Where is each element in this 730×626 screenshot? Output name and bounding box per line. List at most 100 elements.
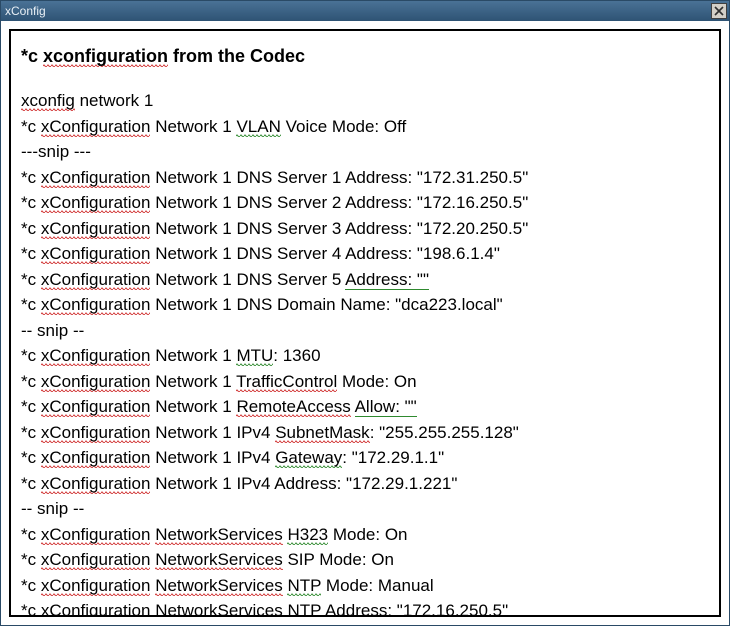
text-segment: xConfiguration (41, 295, 151, 315)
config-row: *c xConfiguration Network 1 IPv4 SubnetM… (21, 420, 711, 446)
config-row: *c xConfiguration NetworkServices H323 M… (21, 522, 711, 548)
config-row: *c xConfiguration Network 1 DNS Server 3… (21, 216, 711, 242)
text-segment: xConfiguration (41, 219, 151, 239)
text-segment: NetworkServices (155, 601, 283, 617)
text-segment: *c (21, 525, 41, 544)
text-segment: Network 1 (150, 117, 236, 136)
text-segment: *c (21, 576, 41, 595)
text-segment: xConfiguration (41, 423, 151, 443)
close-button[interactable] (711, 3, 727, 19)
text-segment: xConfiguration (41, 474, 151, 494)
heading-prefix: *c (21, 46, 43, 66)
config-row: -- snip -- (21, 496, 711, 522)
text-segment: xconfig (21, 91, 75, 111)
text-segment: NetworkServices (155, 550, 283, 570)
text-segment: xConfiguration (41, 601, 151, 617)
text-segment: Network 1 (150, 397, 236, 416)
text-segment: SubnetMask (275, 423, 370, 443)
text-segment: H323 (287, 525, 328, 545)
config-row: ---snip --- (21, 139, 711, 165)
text-segment: xConfiguration (41, 525, 151, 545)
config-row: *c xConfiguration Network 1 DNS Server 1… (21, 165, 711, 191)
config-row: *c xConfiguration NetworkServices SIP Mo… (21, 547, 711, 573)
text-segment: Network 1 DNS Server 1 Address: "172.31.… (150, 168, 528, 187)
text-segment: *c (21, 372, 41, 391)
text-segment: Gateway (275, 448, 342, 468)
text-segment: TrafficControl (236, 372, 337, 392)
text-segment: Address: "" (345, 270, 429, 290)
text-segment: : "172.29.1.1" (342, 448, 444, 467)
text-segment: RemoteAccess (236, 397, 350, 417)
config-row: *c xConfiguration Network 1 MTU: 1360 (21, 343, 711, 369)
text-segment: xConfiguration (41, 576, 151, 596)
text-segment: -- snip -- (21, 321, 84, 340)
config-row: -- snip -- (21, 318, 711, 344)
text-segment: Network 1 IPv4 (150, 448, 275, 467)
text-segment: network 1 (75, 91, 153, 110)
text-segment: xConfiguration (41, 397, 151, 417)
text-segment: *c (21, 117, 41, 136)
text-segment: xConfiguration (41, 244, 151, 264)
text-segment: Network 1 DNS Server 5 (150, 270, 345, 289)
text-segment: *c (21, 474, 41, 493)
config-row: *c xConfiguration Network 1 TrafficContr… (21, 369, 711, 395)
config-rows: xconfig network 1*c xConfiguration Netwo… (21, 88, 711, 617)
heading-xconfiguration: xconfiguration (43, 46, 168, 67)
text-segment: *c (21, 423, 41, 442)
text-segment: xConfiguration (41, 117, 151, 137)
text-segment: Network 1 IPv4 Address: "172.29.1.221" (150, 474, 457, 493)
text-segment: xConfiguration (41, 448, 151, 468)
text-segment: xConfiguration (41, 270, 151, 290)
config-row: *c xConfiguration Network 1 DNS Server 4… (21, 241, 711, 267)
config-row: *c xConfiguration Network 1 RemoteAccess… (21, 394, 711, 420)
text-segment: xConfiguration (41, 346, 151, 366)
text-segment: *c (21, 397, 41, 416)
config-row: *c xConfiguration Network 1 VLAN Voice M… (21, 114, 711, 140)
text-segment: xConfiguration (41, 372, 151, 392)
text-segment: -- snip -- (21, 499, 84, 518)
text-segment: *c (21, 295, 41, 314)
text-segment: Allow: "" (355, 397, 417, 417)
text-segment: : 1360 (273, 346, 320, 365)
text-segment: xConfiguration (41, 168, 151, 188)
config-row: *c xConfiguration Network 1 IPv4 Address… (21, 471, 711, 497)
text-segment: Network 1 DNS Domain Name: "dca223.local… (150, 295, 502, 314)
text-segment: SIP Mode: On (283, 550, 394, 569)
text-segment: Mode: On (328, 525, 407, 544)
text-segment: Network 1 (150, 372, 236, 391)
text-segment: *c (21, 346, 41, 365)
config-row: *c xConfiguration Network 1 DNS Domain N… (21, 292, 711, 318)
window-title: xConfig (5, 4, 46, 18)
config-row: *c xConfiguration Network 1 DNS Server 5… (21, 267, 711, 293)
config-row: *c xConfiguration Network 1 DNS Server 2… (21, 190, 711, 216)
text-segment: *c (21, 550, 41, 569)
text-segment: *c (21, 270, 41, 289)
close-icon (714, 6, 724, 16)
text-segment: xConfiguration (41, 193, 151, 213)
text-segment: *c (21, 168, 41, 187)
titlebar: xConfig (1, 1, 729, 21)
text-segment: *c (21, 244, 41, 263)
text-segment: NTP (287, 601, 321, 617)
text-segment: ---snip --- (21, 142, 91, 161)
text-segment: Network 1 DNS Server 2 Address: "172.16.… (150, 193, 528, 212)
text-segment: xConfiguration (41, 550, 151, 570)
text-segment: *c (21, 601, 41, 617)
text-segment: Mode: Manual (321, 576, 433, 595)
heading-suffix: from the Codec (168, 46, 305, 66)
text-segment: *c (21, 193, 41, 212)
text-segment (351, 397, 355, 416)
config-row: *c xConfiguration NetworkServices NTP Ad… (21, 598, 711, 617)
text-segment: MTU (236, 346, 273, 366)
text-segment: *c (21, 448, 41, 467)
text-segment: Network 1 (150, 346, 236, 365)
config-row: *c xConfiguration Network 1 IPv4 Gateway… (21, 445, 711, 471)
window: xConfig *c xconfiguration from the Codec… (0, 0, 730, 626)
heading: *c xconfiguration from the Codec (21, 43, 711, 70)
config-row: xconfig network 1 (21, 88, 711, 114)
text-segment: Mode: On (337, 372, 416, 391)
text-segment: NetworkServices (155, 576, 283, 596)
text-segment: NTP (287, 576, 321, 596)
config-row: *c xConfiguration NetworkServices NTP Mo… (21, 573, 711, 599)
text-segment: NetworkServices (155, 525, 283, 545)
